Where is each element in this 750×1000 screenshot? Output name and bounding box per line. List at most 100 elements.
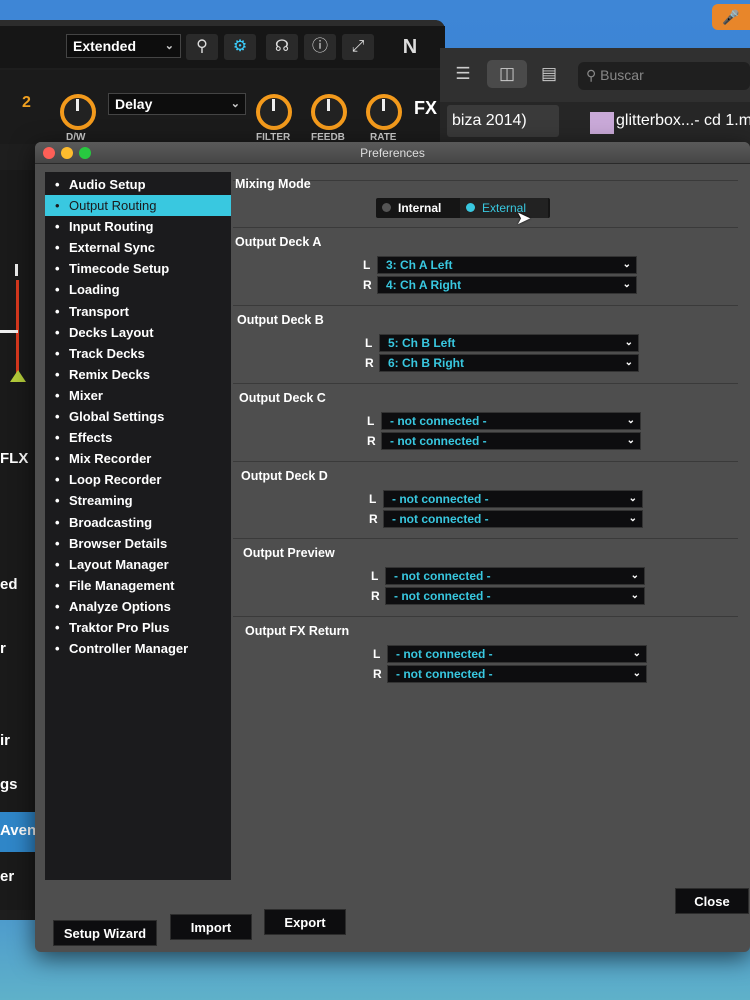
- output-channel-select-right[interactable]: - not connected - ⌄: [385, 587, 645, 605]
- channel-label-right: R: [365, 356, 374, 370]
- setup-wizard-button[interactable]: Setup Wizard: [53, 920, 157, 946]
- close-window-icon[interactable]: [43, 147, 55, 159]
- section-divider: [233, 538, 738, 539]
- output-channel-select-left[interactable]: - not connected - ⌄: [383, 490, 643, 508]
- nav-item-timecode-setup[interactable]: Timecode Setup: [45, 258, 231, 279]
- nav-item-audio-setup[interactable]: Audio Setup: [45, 174, 231, 195]
- native-instruments-logo-icon: N: [402, 36, 418, 58]
- output-channel-value: 6: Ch B Right: [388, 356, 464, 370]
- playlist-item[interactable]: biza 2014): [452, 112, 556, 130]
- output-channel-select-left[interactable]: - not connected - ⌄: [381, 412, 641, 430]
- output-channel-select-left[interactable]: 3: Ch A Left ⌄: [377, 256, 637, 274]
- info-icon[interactable]: ⓘ: [304, 34, 336, 60]
- chevron-down-icon: ⌄: [626, 415, 635, 426]
- fx-badge: FX: [414, 98, 438, 118]
- close-button[interactable]: Close: [675, 888, 749, 914]
- track-item[interactable]: glitterbox...- cd 1.m: [616, 112, 750, 130]
- output-channel-select-left[interactable]: - not connected - ⌄: [387, 645, 647, 663]
- nav-item-track-decks[interactable]: Track Decks: [45, 343, 231, 364]
- nav-item-global-settings[interactable]: Global Settings: [45, 406, 231, 427]
- minimize-window-icon[interactable]: [61, 147, 73, 159]
- section-divider: [233, 383, 738, 384]
- album-art-icon: [590, 112, 614, 134]
- output-channel-select-right[interactable]: - not connected - ⌄: [387, 665, 647, 683]
- output-channel-select-right[interactable]: 6: Ch B Right ⌄: [379, 354, 639, 372]
- nav-item-input-routing[interactable]: Input Routing: [45, 216, 231, 237]
- channel-label-right: R: [369, 512, 378, 526]
- nav-item-remix-decks[interactable]: Remix Decks: [45, 364, 231, 385]
- nav-item-layout-manager[interactable]: Layout Manager: [45, 554, 231, 575]
- mixing-mode-external[interactable]: External: [460, 198, 548, 218]
- section-title: Output Deck B: [237, 313, 324, 327]
- fullscreen-icon[interactable]: ⤢: [342, 34, 374, 60]
- section-divider: [233, 227, 738, 228]
- nav-item-broadcasting[interactable]: Broadcasting: [45, 512, 231, 533]
- microphone-icon[interactable]: 🎤: [712, 4, 750, 30]
- channel-label-left: L: [369, 492, 377, 506]
- channel-label-left: L: [363, 258, 371, 272]
- output-channel-value: - not connected -: [396, 667, 493, 681]
- output-channel-select-right[interactable]: - not connected - ⌄: [381, 432, 641, 450]
- preferences-titlebar: Preferences: [35, 142, 750, 164]
- mixing-mode-internal[interactable]: Internal: [376, 198, 458, 218]
- nav-item-loading[interactable]: Loading: [45, 279, 231, 300]
- search-icon[interactable]: ⚲: [186, 34, 218, 60]
- nav-item-file-management[interactable]: File Management: [45, 575, 231, 596]
- search-icon: ⚲: [586, 67, 597, 83]
- section-divider: [233, 616, 738, 617]
- column-view-icon[interactable]: ◫: [487, 60, 527, 88]
- nav-item-output-routing[interactable]: Output Routing: [45, 195, 231, 217]
- mixing-mode-title: Mixing Mode: [235, 177, 311, 191]
- nav-item-controller-manager[interactable]: Controller Manager: [45, 638, 231, 659]
- chevron-down-icon: ⌄: [622, 279, 631, 290]
- output-channel-value: - not connected -: [392, 492, 489, 506]
- chevron-down-icon: ⌄: [624, 357, 633, 368]
- section-title: Output Preview: [243, 546, 335, 560]
- layout-selector[interactable]: Extended ⌄: [66, 34, 181, 58]
- output-channel-select-right[interactable]: 4: Ch A Right ⌄: [377, 276, 637, 294]
- dry-wet-knob[interactable]: [60, 94, 96, 130]
- search-input[interactable]: ⚲ Buscar: [578, 62, 750, 90]
- rate-knob[interactable]: [366, 94, 402, 130]
- nav-item-analyze-options[interactable]: Analyze Options: [45, 596, 231, 617]
- chevron-down-icon: ⌄: [632, 648, 641, 659]
- nav-item-browser-details[interactable]: Browser Details: [45, 533, 231, 554]
- import-button[interactable]: Import: [170, 914, 252, 940]
- nav-item-mixer[interactable]: Mixer: [45, 385, 231, 406]
- channel-label-right: R: [373, 667, 382, 681]
- list-view-icon[interactable]: ☰: [443, 60, 483, 88]
- gear-icon[interactable]: ⚙: [224, 34, 256, 60]
- section-title: Output FX Return: [245, 624, 350, 638]
- nav-item-transport[interactable]: Transport: [45, 301, 231, 322]
- output-channel-select-left[interactable]: 5: Ch B Left ⌄: [379, 334, 639, 352]
- chevron-down-icon: ⌄: [624, 337, 633, 348]
- filter-knob[interactable]: [256, 94, 292, 130]
- nav-item-effects[interactable]: Effects: [45, 427, 231, 448]
- chevron-down-icon: ⌄: [626, 435, 635, 446]
- cover-view-icon[interactable]: ▤: [529, 60, 569, 88]
- fx-effect-selector[interactable]: Delay ⌄: [108, 93, 246, 115]
- nav-item-traktor-pro-plus[interactable]: Traktor Pro Plus: [45, 617, 231, 638]
- audio-setup-icon[interactable]: ☊: [266, 34, 298, 60]
- channel-label-left: L: [365, 336, 373, 350]
- nav-item-mix-recorder[interactable]: Mix Recorder: [45, 448, 231, 469]
- zoom-window-icon[interactable]: [79, 147, 91, 159]
- output-channel-select-left[interactable]: - not connected - ⌄: [385, 567, 645, 585]
- export-button[interactable]: Export: [264, 909, 346, 935]
- preferences-dialog: Preferences Audio SetupOutput RoutingInp…: [35, 142, 750, 952]
- section-title: Output Deck C: [239, 391, 326, 405]
- search-placeholder: Buscar: [600, 67, 644, 83]
- output-channel-select-right[interactable]: - not connected - ⌄: [383, 510, 643, 528]
- mouse-cursor-icon: ➤: [516, 208, 532, 228]
- nav-item-decks-layout[interactable]: Decks Layout: [45, 322, 231, 343]
- led-icon: [466, 203, 475, 212]
- nav-item-loop-recorder[interactable]: Loop Recorder: [45, 469, 231, 490]
- feedback-knob[interactable]: [311, 94, 347, 130]
- chevron-down-icon: ⌄: [630, 590, 639, 601]
- meter-tick: [0, 330, 18, 333]
- layout-selector-value: Extended: [73, 38, 137, 54]
- nav-item-external-sync[interactable]: External Sync: [45, 237, 231, 258]
- preferences-nav: Audio SetupOutput RoutingInput RoutingEx…: [45, 172, 231, 880]
- nav-item-streaming[interactable]: Streaming: [45, 490, 231, 511]
- channel-label-left: L: [371, 569, 379, 583]
